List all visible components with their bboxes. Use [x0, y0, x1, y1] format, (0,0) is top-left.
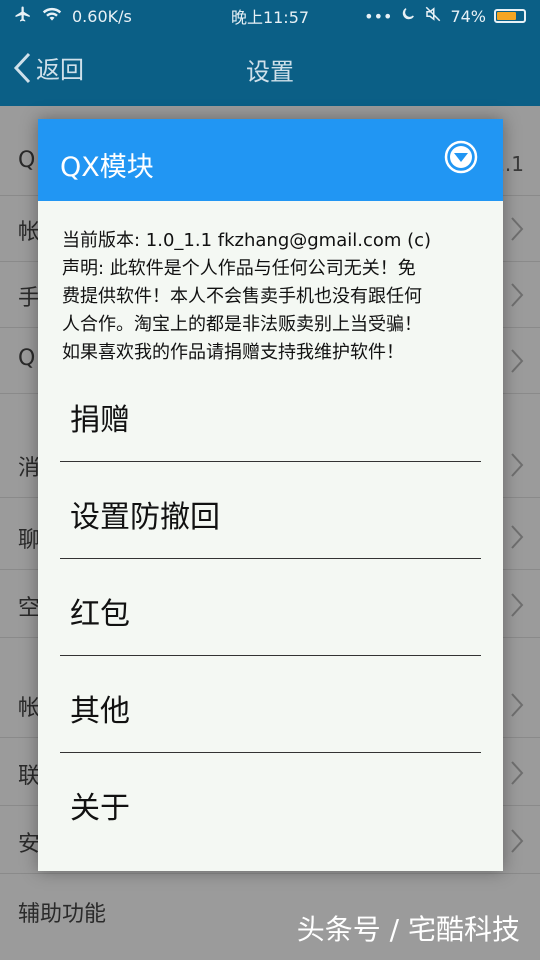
settings-row-label: 安 — [18, 832, 41, 857]
menu-item-about[interactable]: 关于 — [60, 753, 481, 850]
status-time: 晚上11:57 — [230, 8, 310, 27]
settings-row-label: 联 — [18, 764, 41, 789]
menu-item-donate[interactable]: 捐赠 — [60, 365, 481, 462]
chevron-right-icon — [511, 283, 524, 307]
dialog-info: 当前版本: 1.0_1.1 fkzhang@gmail.com (c) 声明: … — [38, 201, 503, 367]
settings-row-label: Q — [18, 148, 36, 173]
disclaimer-line: 如果喜欢我的作品请捐赠支持我维护软件！ — [62, 342, 404, 363]
menu-item-label: 红包 — [70, 597, 130, 632]
settings-row-label: 帐 — [18, 220, 41, 245]
chevron-right-icon — [511, 829, 524, 853]
wifi-icon — [42, 6, 62, 26]
settings-row-label: 帐 — [18, 696, 41, 721]
battery-level — [497, 12, 517, 20]
chevron-right-icon — [511, 693, 524, 717]
watermark: 头条号 / 宅酷科技 — [296, 913, 520, 946]
menu-item-red-packet[interactable]: 红包 — [60, 559, 481, 656]
menu-item-label: 设置防撤回 — [70, 500, 220, 535]
dialog-title: QX模块 — [60, 152, 154, 183]
settings-row-label: 手 — [18, 286, 41, 311]
mute-icon — [424, 5, 442, 27]
dialog-header: QX模块 — [38, 119, 503, 201]
status-bar: 0.60K/s 晚上11:57 ••• 74% — [0, 0, 540, 32]
moon-icon — [400, 6, 416, 26]
more-icon: ••• — [364, 6, 393, 26]
menu-item-label: 其他 — [70, 694, 130, 729]
disclaimer-line: 人合作。淘宝上的都是非法贩卖别上当受骗！ — [62, 314, 422, 335]
dialog-menu: 捐赠 设置防撤回 红包 其他 关于 — [60, 365, 481, 850]
chevron-right-icon — [511, 761, 524, 785]
settings-row-label: 空 — [18, 596, 41, 621]
settings-row-label: 聊 — [18, 528, 41, 553]
qx-module-dialog: QX模块 当前版本: 1.0_1.1 fkzhang@gmail.com (c)… — [38, 119, 503, 871]
settings-row-label: 消 — [18, 456, 41, 481]
chevron-down-circle-icon[interactable] — [443, 139, 479, 175]
battery-percent: 74% — [450, 6, 486, 26]
disclaimer-line: 声明: 此软件是个人作品与任何公司无关！免 — [62, 258, 416, 279]
settings-row-label: 辅助功能 — [18, 902, 107, 927]
menu-item-anti-recall[interactable]: 设置防撤回 — [60, 462, 481, 559]
chevron-right-icon — [511, 217, 524, 241]
chevron-right-icon — [511, 593, 524, 617]
version-line: 当前版本: 1.0_1.1 fkzhang@gmail.com (c) — [62, 230, 432, 251]
app-bar: 返回 设置 — [0, 32, 540, 106]
chevron-right-icon — [511, 453, 524, 477]
disclaimer-line: 费提供软件！本人不会售卖手机也没有跟任何 — [62, 286, 422, 307]
battery-icon — [494, 9, 526, 23]
menu-item-label: 捐赠 — [70, 403, 130, 438]
chevron-right-icon — [511, 349, 524, 373]
menu-item-label: 关于 — [70, 791, 130, 826]
page-title: 设置 — [246, 58, 294, 86]
network-speed: 0.60K/s — [72, 6, 132, 26]
chevron-right-icon — [511, 525, 524, 549]
airplane-icon — [14, 5, 32, 27]
settings-row-label: Q — [18, 346, 36, 371]
menu-item-other[interactable]: 其他 — [60, 656, 481, 753]
